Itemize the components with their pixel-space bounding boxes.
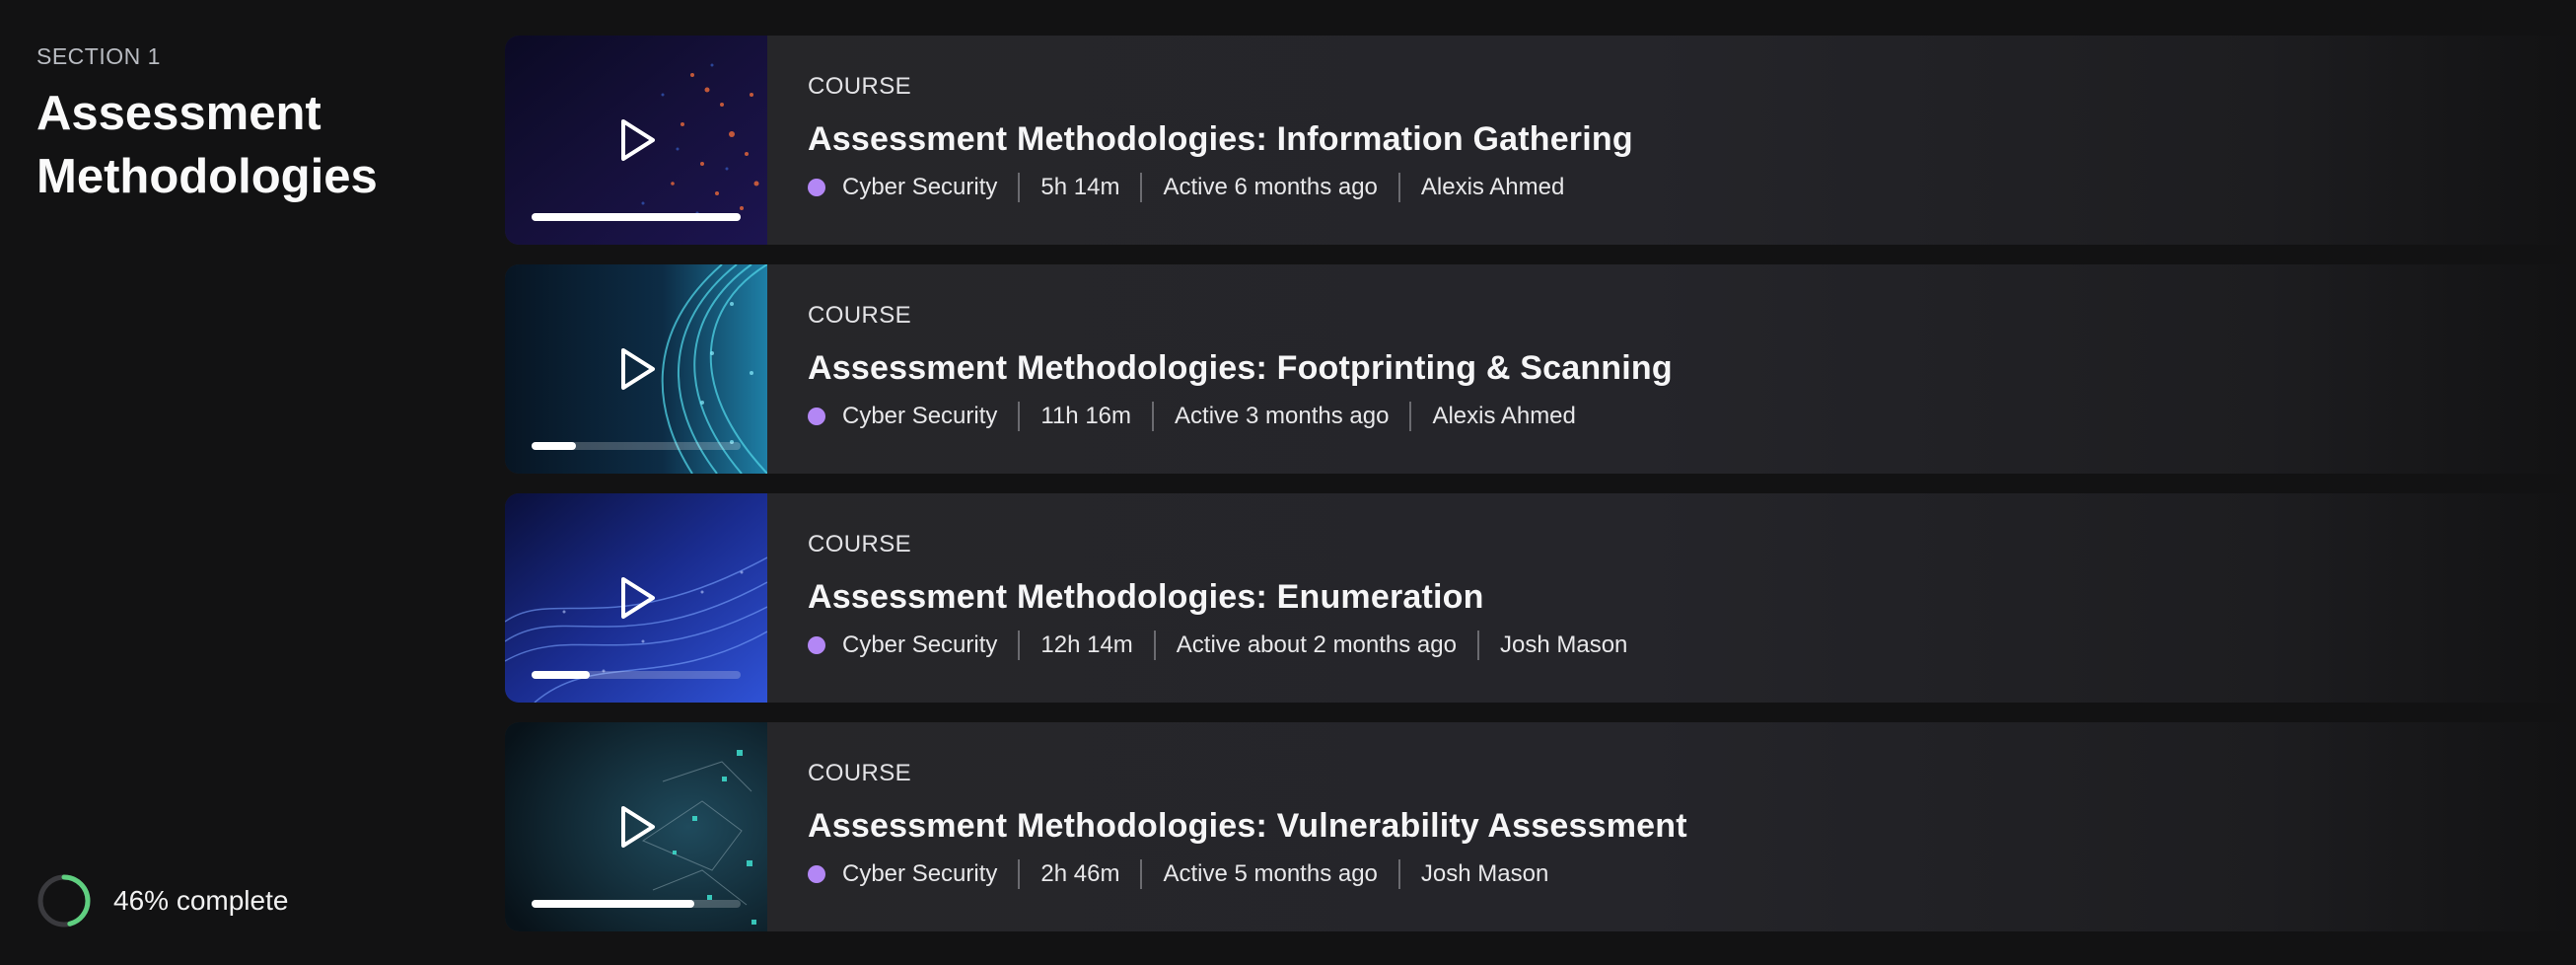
- course-progress-fill: [532, 671, 591, 679]
- course-instructor: Alexis Ahmed: [1420, 174, 1565, 200]
- course-activity: Active 3 months ago: [1175, 403, 1390, 429]
- course-progress-bar: [532, 213, 741, 221]
- course-card[interactable]: COURSE Assessment Methodologies: Enumera…: [505, 493, 2576, 703]
- course-kicker: COURSE: [808, 760, 912, 786]
- course-thumbnail[interactable]: [505, 36, 767, 245]
- course-instructor: Josh Mason: [1499, 631, 1628, 658]
- course-thumbnail[interactable]: [505, 722, 767, 931]
- play-icon: [621, 577, 655, 619]
- play-button[interactable]: [615, 799, 661, 854]
- course-progress-bar: [532, 671, 741, 679]
- section-sidebar: SECTION 1 Assessment Methodologies: [36, 43, 451, 208]
- course-card[interactable]: COURSE Assessment Methodologies: Footpri…: [505, 264, 2576, 474]
- meta-divider: [1018, 859, 1021, 889]
- course-info: COURSE Assessment Methodologies: Enumera…: [767, 493, 1627, 703]
- play-button[interactable]: [615, 341, 661, 397]
- course-title[interactable]: Assessment Methodologies: Vulnerability …: [808, 807, 1687, 846]
- meta-divider: [1409, 402, 1412, 431]
- course-kicker: COURSE: [808, 73, 912, 100]
- course-list: COURSE Assessment Methodologies: Informa…: [505, 36, 2576, 951]
- course-progress-bar: [532, 442, 741, 450]
- meta-divider: [1018, 173, 1021, 202]
- course-instructor: Alexis Ahmed: [1432, 403, 1576, 429]
- course-thumbnail[interactable]: [505, 493, 767, 703]
- meta-divider: [1152, 402, 1155, 431]
- meta-divider: [1153, 631, 1156, 660]
- course-activity: Active 5 months ago: [1163, 860, 1378, 887]
- course-meta: Cyber Security 5h 14m Active 6 months ag…: [808, 173, 1633, 202]
- course-info: COURSE Assessment Methodologies: Vulnera…: [767, 722, 1687, 931]
- meta-divider: [1397, 173, 1400, 202]
- course-meta: Cyber Security 2h 46m Active 5 months ag…: [808, 859, 1687, 889]
- play-icon: [621, 119, 655, 161]
- course-info: COURSE Assessment Methodologies: Footpri…: [767, 264, 1673, 474]
- course-instructor: Josh Mason: [1420, 860, 1549, 887]
- course-kicker: COURSE: [808, 302, 912, 329]
- topic-dot-icon: [808, 865, 825, 883]
- section-title: Assessment Methodologies: [36, 87, 378, 203]
- course-title[interactable]: Assessment Methodologies: Information Ga…: [808, 120, 1633, 159]
- course-progress-bar: [532, 900, 741, 908]
- meta-divider: [1018, 402, 1021, 431]
- course-progress-fill: [532, 900, 695, 908]
- play-button[interactable]: [615, 570, 661, 626]
- course-progress-fill: [532, 442, 576, 450]
- topic-dot-icon: [808, 636, 825, 654]
- course-duration: 11h 16m: [1040, 403, 1132, 429]
- course-topic: Cyber Security: [842, 860, 998, 887]
- topic-dot-icon: [808, 179, 825, 196]
- course-meta: Cyber Security 11h 16m Active 3 months a…: [808, 402, 1673, 431]
- course-kicker: COURSE: [808, 531, 912, 557]
- progress-label: 46% complete: [113, 885, 289, 916]
- section-progress: 46% complete: [36, 873, 288, 928]
- topic-dot-icon: [808, 408, 825, 425]
- course-card[interactable]: COURSE Assessment Methodologies: Vulnera…: [505, 722, 2576, 931]
- play-icon: [621, 806, 655, 848]
- course-topic: Cyber Security: [842, 174, 998, 200]
- course-title[interactable]: Assessment Methodologies: Enumeration: [808, 578, 1627, 617]
- course-topic: Cyber Security: [842, 403, 998, 429]
- course-activity: Active about 2 months ago: [1176, 631, 1457, 658]
- section-kicker: SECTION 1: [36, 43, 161, 69]
- course-progress-fill: [532, 213, 741, 221]
- meta-divider: [1140, 173, 1143, 202]
- course-title[interactable]: Assessment Methodologies: Footprinting &…: [808, 349, 1673, 388]
- meta-divider: [1397, 859, 1400, 889]
- course-meta: Cyber Security 12h 14m Active about 2 mo…: [808, 631, 1627, 660]
- course-card[interactable]: COURSE Assessment Methodologies: Informa…: [505, 36, 2576, 245]
- meta-divider: [1140, 859, 1143, 889]
- course-thumbnail[interactable]: [505, 264, 767, 474]
- meta-divider: [1018, 631, 1021, 660]
- course-topic: Cyber Security: [842, 631, 998, 658]
- course-duration: 2h 46m: [1040, 860, 1120, 887]
- course-info: COURSE Assessment Methodologies: Informa…: [767, 36, 1633, 245]
- play-icon: [621, 348, 655, 390]
- meta-divider: [1476, 631, 1479, 660]
- course-duration: 12h 14m: [1040, 631, 1133, 658]
- progress-ring-icon: [37, 874, 91, 928]
- course-duration: 5h 14m: [1040, 174, 1120, 200]
- course-activity: Active 6 months ago: [1163, 174, 1378, 200]
- play-button[interactable]: [615, 112, 661, 168]
